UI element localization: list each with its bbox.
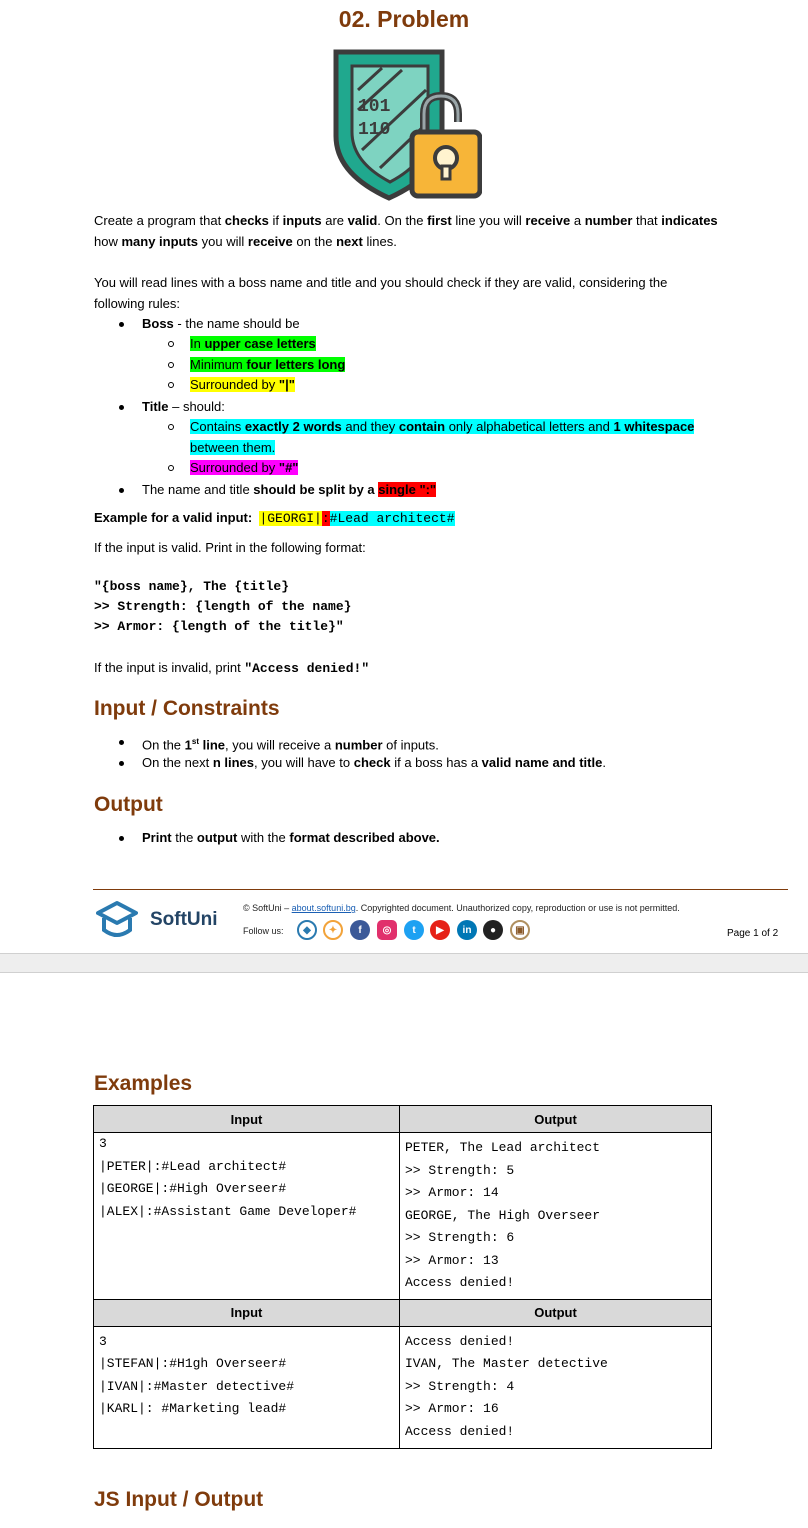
intro-paragraph: Create a program that checks if inputs a…: [94, 213, 718, 249]
rule-boss-uppercase: In upper case letters: [190, 336, 316, 351]
bullet: [119, 405, 124, 410]
sub-bullet: [168, 341, 174, 347]
rule-boss: Boss - the name should be: [142, 316, 300, 331]
page-number: Page 1 of 2: [727, 928, 779, 939]
table-header-row: Input Output: [93, 1105, 712, 1133]
bullet: [119, 488, 124, 493]
input-header: Input: [93, 1298, 400, 1327]
format-line-3: >> Armor: {length of the title}": [94, 619, 344, 634]
input-constraint-1: On the 1st line, you will receive a numb…: [142, 737, 439, 753]
bullet: [119, 322, 124, 327]
table-header-row: Input Output: [93, 1298, 712, 1327]
page-1: 02. Problem 101 110 Create a program tha…: [0, 0, 808, 953]
facebook-icon[interactable]: f: [350, 920, 370, 940]
rule-boss-surround: Surrounded by "|": [190, 377, 295, 392]
youtube-icon[interactable]: ▶: [430, 920, 450, 940]
page-2: Examples Input Output 3 |PETER|:#Lead ar…: [0, 973, 808, 1528]
output-header: Output: [399, 1298, 712, 1327]
examples-heading: Examples: [94, 1072, 193, 1095]
follow-us-label: Follow us:: [243, 926, 284, 936]
softuni-foundation-icon[interactable]: ✦: [323, 920, 343, 940]
bullet: [119, 761, 124, 766]
sub-bullet: [168, 362, 174, 368]
softuni-social-icon[interactable]: ◆: [297, 920, 317, 940]
bullet: [119, 740, 124, 745]
js-input-output-heading: JS Input / Output: [94, 1488, 264, 1511]
invalid-text: If the input is invalid, print "Access d…: [94, 660, 370, 676]
svg-text:110: 110: [358, 120, 390, 140]
store-icon[interactable]: ▣: [510, 920, 530, 940]
footer-divider: [93, 889, 788, 890]
valid-format-text: If the input is valid. Print in the foll…: [94, 540, 366, 555]
softuni-link[interactable]: about.softuni.bg: [292, 903, 356, 913]
rule-title-words-cont: between them.: [190, 440, 276, 455]
output-heading: Output: [94, 793, 163, 816]
table-row: 3 |STEFAN|:#H1gh Overseer# |IVAN|:#Maste…: [93, 1325, 712, 1449]
copyright-text: © SoftUni – about.softuni.bg. Copyrighte…: [243, 903, 680, 913]
format-line-1: "{boss name}, The {title}: [94, 579, 290, 594]
example-input: 3 |PETER|:#Lead architect# |GEORGE|:#Hig…: [93, 1132, 400, 1300]
rule-title-words: Contains exactly 2 words and they contai…: [190, 419, 695, 434]
sub-bullet: [168, 424, 174, 430]
linkedin-icon[interactable]: in: [457, 920, 477, 940]
github-icon[interactable]: ●: [483, 920, 503, 940]
sub-bullet: [168, 465, 174, 471]
example-output: PETER, The Lead architect >> Strength: 5…: [399, 1132, 712, 1300]
rule-split: The name and title should be split by a …: [142, 482, 437, 497]
softuni-brand: SoftUni: [150, 909, 218, 930]
examples-table: Input Output 3 |PETER|:#Lead architect# …: [93, 1105, 712, 1449]
input-header: Input: [93, 1105, 400, 1133]
rule-title-surround: Surrounded by "#": [190, 460, 299, 475]
input-constraint-2: On the next n lines, you will have to ch…: [142, 755, 606, 770]
sub-bullet: [168, 382, 174, 388]
rule-boss-length: Minimum four letters long: [190, 357, 346, 372]
shield-lock-icon: 101 110: [333, 49, 482, 201]
format-line-2: >> Strength: {length of the name}: [94, 599, 352, 614]
output-header: Output: [399, 1105, 712, 1133]
rules-intro-paragraph: You will read lines with a boss name and…: [94, 275, 668, 311]
output-rule: Print the output with the format describ…: [142, 830, 440, 845]
page-separator: [0, 953, 808, 973]
bullet: [119, 836, 124, 841]
table-row: 3 |PETER|:#Lead architect# |GEORGE|:#Hig…: [93, 1132, 712, 1300]
example-output: Access denied! IVAN, The Master detectiv…: [399, 1325, 712, 1449]
twitter-icon[interactable]: t: [404, 920, 424, 940]
instagram-icon[interactable]: ◎: [377, 920, 397, 940]
valid-example: Example for a valid input: |GEORGI|:#Lea…: [94, 510, 455, 526]
example-input: 3 |STEFAN|:#H1gh Overseer# |IVAN|:#Maste…: [93, 1325, 400, 1449]
input-constraints-heading: Input / Constraints: [94, 697, 280, 720]
svg-text:101: 101: [358, 97, 391, 117]
softuni-logo-icon: [96, 901, 138, 937]
page-title: 02. Problem: [338, 6, 470, 32]
rule-title: Title – should:: [142, 399, 225, 414]
